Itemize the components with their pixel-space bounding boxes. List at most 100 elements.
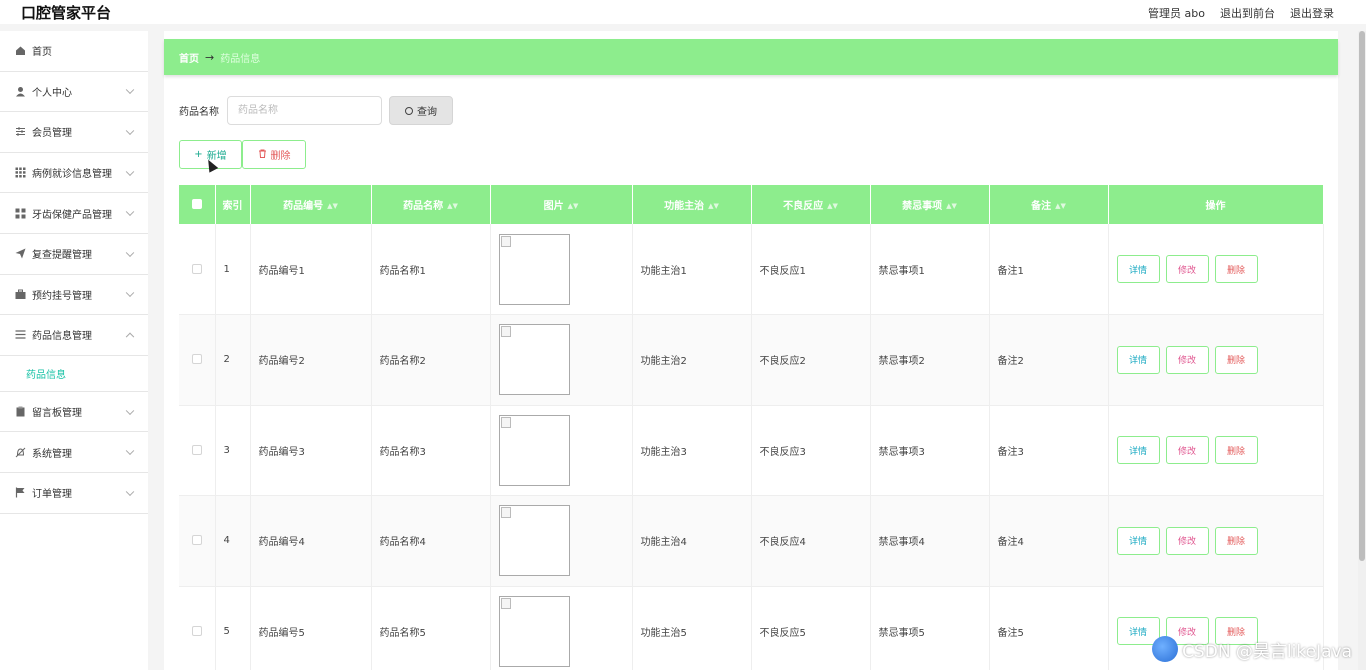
delete-button[interactable]: 删除 [1214, 345, 1258, 374]
flag-icon [15, 487, 26, 498]
cell-image [490, 495, 633, 587]
blocks-icon [15, 208, 26, 219]
broken-image-icon [500, 507, 511, 519]
cell-code: 药品编号4 [250, 495, 372, 587]
row-checkbox[interactable] [179, 495, 216, 587]
cell-image [490, 224, 633, 315]
sidebar-item-appointment[interactable]: 预约挂号管理 [0, 275, 148, 316]
sidebar-gutter [148, 31, 164, 670]
action-buttons: + 新增 删除 [179, 140, 306, 169]
chevron-down-icon [125, 288, 135, 298]
sidebar-item-dental-products[interactable]: 牙齿保健产品管理 [0, 193, 148, 234]
sidebar-item-label: 预约挂号管理 [32, 290, 92, 302]
chevron-down-icon [125, 207, 135, 217]
sort-icon: ▲▼ [1055, 202, 1066, 210]
column-header-adverse[interactable]: 不良反应 ▲▼ [751, 185, 871, 224]
detail-button[interactable]: 详情 [1116, 436, 1160, 465]
row-checkbox[interactable] [179, 586, 216, 670]
sidebar-item-recheck-reminder[interactable]: 复查提醒管理 [0, 234, 148, 275]
logout-link[interactable]: 退出登录 [1290, 5, 1334, 21]
cell-name: 药品名称4 [371, 495, 491, 587]
delete-button[interactable]: 删除 [1214, 526, 1258, 555]
sidebar-item-label: 会员管理 [32, 128, 72, 140]
sidebar-item-home[interactable]: 首页 [0, 31, 148, 72]
sort-icon: ▲▼ [708, 202, 719, 210]
table-row: 3 药品编号3 药品名称3 功能主治3 不良反应3 禁忌事项3 备注3 详情 修… [179, 405, 1324, 496]
edit-button[interactable]: 修改 [1165, 345, 1209, 374]
batch-delete-button[interactable]: 删除 [242, 140, 306, 169]
sidebar-item-order-management[interactable]: 订单管理 [0, 473, 148, 514]
cell-function: 功能主治3 [632, 405, 752, 496]
cell-code: 药品编号2 [250, 314, 372, 406]
cell-name: 药品名称1 [371, 224, 491, 315]
page-scrollbar[interactable] [1358, 31, 1366, 670]
column-header-code[interactable]: 药品编号 ▲▼ [250, 185, 372, 224]
cell-code: 药品编号5 [250, 586, 372, 670]
cell-image [490, 586, 633, 670]
cell-function: 功能主治1 [632, 224, 752, 315]
drug-name-search-input[interactable] [227, 96, 382, 125]
row-checkbox[interactable] [179, 314, 216, 406]
cell-note: 备注5 [989, 586, 1109, 670]
edit-button[interactable]: 修改 [1165, 526, 1209, 555]
chevron-down-icon [125, 406, 135, 415]
broken-image [498, 324, 570, 396]
column-header-ops: 操作 [1108, 185, 1324, 224]
sidebar-item-label: 个人中心 [32, 87, 72, 99]
edit-button[interactable]: 修改 [1165, 436, 1209, 465]
broken-image-icon [500, 416, 511, 428]
chevron-down-icon [125, 167, 135, 176]
table-row: 4 药品编号4 药品名称4 功能主治4 不良反应4 禁忌事项4 备注4 详情 修… [179, 495, 1324, 587]
column-header-function[interactable]: 功能主治 ▲▼ [632, 185, 752, 224]
sidebar-item-label: 留言板管理 [32, 408, 82, 420]
sidebar-item-case-visit[interactable]: 病例就诊信息管理 [0, 153, 148, 194]
cell-contraindication: 禁忌事项3 [870, 405, 990, 496]
cell-contraindication: 禁忌事项5 [870, 586, 990, 670]
chevron-down-icon [125, 487, 135, 496]
sidebar-item-drug-info-management[interactable]: 药品信息管理 [0, 315, 148, 356]
column-header-note[interactable]: 备注 ▲▼ [989, 185, 1109, 224]
column-header-name[interactable]: 药品名称 ▲▼ [371, 185, 491, 224]
submenu-item-drug-info[interactable]: 药品信息 [0, 356, 148, 392]
watermark-avatar [1152, 636, 1179, 662]
detail-button[interactable]: 详情 [1116, 255, 1160, 283]
sidebar-item-message-board[interactable]: 留言板管理 [0, 392, 148, 433]
sidebar-item-personal-center[interactable]: 个人中心 [0, 72, 148, 113]
broken-image-icon [500, 235, 511, 247]
row-checkbox[interactable] [179, 405, 216, 496]
cell-adverse: 不良反应5 [751, 586, 871, 670]
column-header-image[interactable]: 图片 ▲▼ [490, 185, 633, 224]
breadcrumb-home[interactable]: 首页 [179, 50, 199, 65]
cell-name: 药品名称5 [371, 586, 491, 670]
cell-index: 1 [215, 224, 251, 315]
admin-label[interactable]: 管理员 abo [1148, 5, 1205, 21]
grid-icon [15, 167, 26, 178]
sort-icon: ▲▼ [447, 202, 458, 210]
delete-button[interactable]: 删除 [1214, 436, 1258, 465]
cell-note: 备注1 [989, 224, 1109, 315]
cell-index: 4 [215, 495, 251, 587]
trash-icon [258, 149, 267, 161]
column-header-contraindication[interactable]: 禁忌事项 ▲▼ [870, 185, 990, 224]
sidebar-item-label: 首页 [32, 47, 52, 59]
send-icon [15, 248, 26, 259]
exit-to-front-link[interactable]: 退出到前台 [1220, 5, 1275, 21]
cell-index: 3 [215, 405, 251, 496]
detail-button[interactable]: 详情 [1116, 345, 1160, 374]
delete-button[interactable]: 删除 [1214, 255, 1258, 283]
scrollbar-thumb[interactable] [1359, 31, 1365, 561]
query-button[interactable]: 查询 [389, 96, 453, 125]
row-checkbox[interactable] [179, 224, 216, 315]
edit-button[interactable]: 修改 [1165, 255, 1209, 283]
select-all-checkbox[interactable] [179, 185, 216, 224]
table-row: 1 药品编号1 药品名称1 功能主治1 不良反应1 禁忌事项1 备注1 详情 修… [179, 224, 1324, 315]
delete-button-label: 删除 [270, 151, 291, 162]
sidebar-item-system-management[interactable]: 系统管理 [0, 432, 148, 473]
cell-ops: 详情 修改 删除 [1108, 495, 1324, 587]
main-content: 首页 → 药品信息 药品名称 查询 + 新增 删除 [164, 31, 1338, 670]
sidebar-item-member-management[interactable]: 会员管理 [0, 112, 148, 153]
detail-button[interactable]: 详情 [1116, 526, 1160, 555]
broken-image [498, 595, 570, 667]
sidebar-item-label: 病例就诊信息管理 [32, 169, 112, 181]
chevron-down-icon [125, 446, 135, 456]
